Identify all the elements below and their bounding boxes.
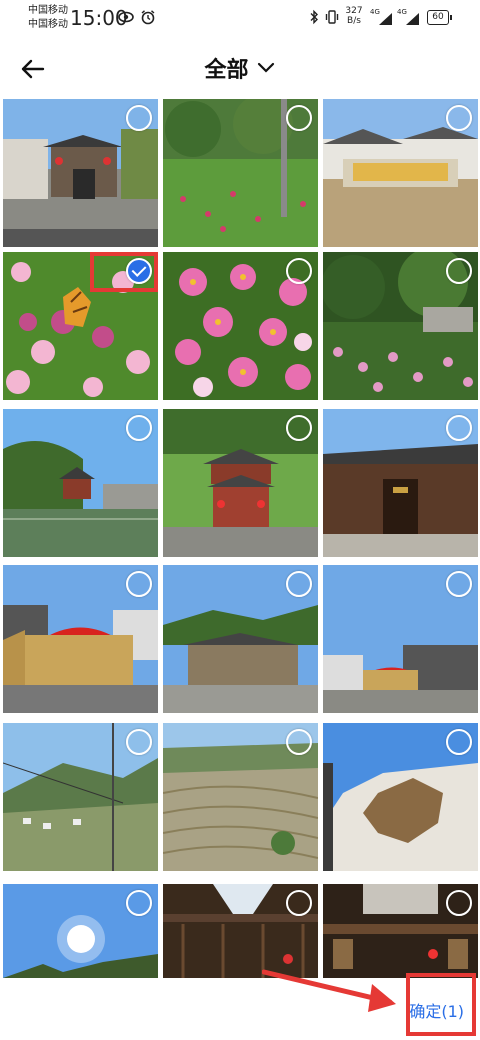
select-checkbox[interactable] [446, 258, 472, 284]
select-checkbox[interactable] [126, 890, 152, 916]
select-checkbox[interactable] [126, 571, 152, 597]
photo-thumbnail[interactable] [323, 409, 478, 557]
select-checkbox[interactable] [126, 415, 152, 441]
select-checkbox[interactable] [286, 258, 312, 284]
bluetooth-icon [310, 9, 318, 25]
net-speed-value: 327 [345, 6, 363, 16]
net-speed: 327 B/s [343, 6, 365, 26]
photo-thumbnail[interactable] [323, 99, 478, 247]
chevron-down-icon [257, 62, 274, 73]
battery-icon: 60 [427, 10, 452, 25]
photo-thumbnail[interactable] [323, 723, 478, 871]
eye-icon [118, 11, 134, 23]
confirm-highlight-box [406, 973, 476, 1036]
net-speed-unit: B/s [347, 16, 361, 26]
select-checkbox[interactable] [126, 105, 152, 131]
photo-thumbnail[interactable] [163, 565, 318, 713]
photo-thumbnail[interactable] [163, 409, 318, 557]
carrier-label-1: 中国移动 [28, 5, 68, 16]
page-title: 全部 [204, 58, 249, 83]
photo-thumbnail[interactable] [163, 723, 318, 871]
photo-thumbnail[interactable] [163, 99, 318, 247]
photo-thumbnail[interactable] [3, 565, 158, 713]
select-checkbox[interactable] [446, 890, 472, 916]
photo-thumbnail[interactable] [163, 252, 318, 400]
select-checkbox[interactable] [286, 415, 312, 441]
select-checkbox[interactable] [286, 571, 312, 597]
vibrate-icon [325, 10, 339, 24]
select-checkbox[interactable] [446, 415, 472, 441]
photo-thumbnail[interactable] [3, 99, 158, 247]
signal-icon-2 [406, 13, 419, 25]
signal-icon [379, 13, 392, 25]
status-bar: 中国移动 中国移动 15:00 327 B/s 4G 4G 60 [0, 0, 480, 36]
photo-thumbnail[interactable] [323, 565, 478, 713]
alarm-icon [141, 10, 155, 25]
select-checkbox[interactable] [126, 729, 152, 755]
select-checkbox[interactable] [446, 729, 472, 755]
photo-thumbnail[interactable] [323, 884, 478, 978]
select-checkbox[interactable] [286, 890, 312, 916]
select-checkbox[interactable] [446, 571, 472, 597]
pointer-arrow-icon [262, 969, 396, 1012]
select-checkbox[interactable] [446, 105, 472, 131]
select-checkbox[interactable] [286, 729, 312, 755]
selected-highlight-box [90, 252, 158, 292]
photo-thumbnail[interactable] [3, 409, 158, 557]
select-checkbox[interactable] [286, 105, 312, 131]
photo-thumbnail[interactable] [3, 723, 158, 871]
photo-thumbnail[interactable] [323, 252, 478, 400]
photo-thumbnail[interactable] [163, 884, 318, 978]
carrier-label-2: 中国移动 [28, 19, 68, 30]
header: 全部 [0, 36, 480, 98]
photo-thumbnail[interactable] [3, 884, 158, 978]
album-dropdown[interactable]: 全部 [0, 52, 480, 84]
